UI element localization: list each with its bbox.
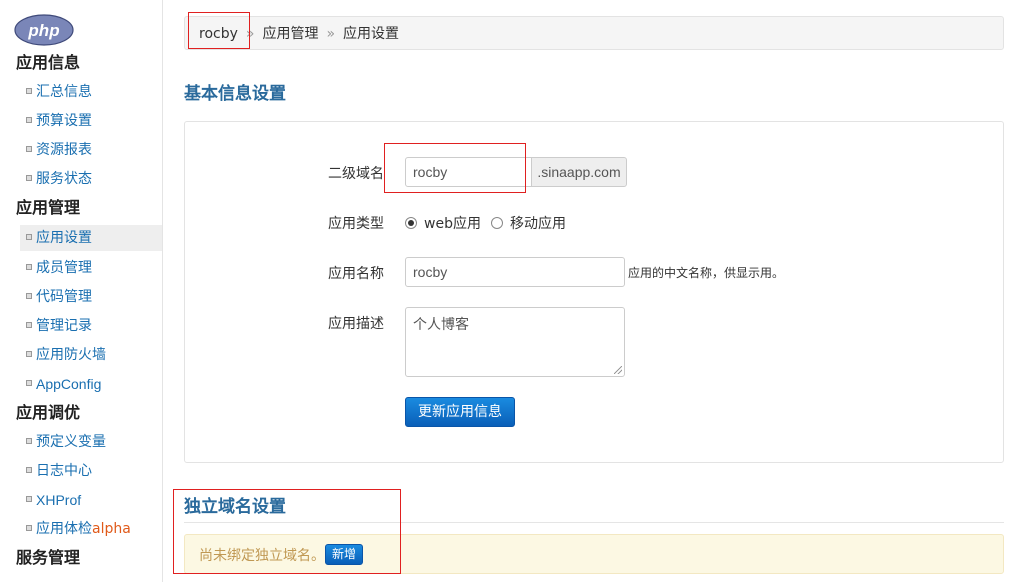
sidebar-item-app-checkup[interactable]: 应用体检alpha [20, 516, 162, 542]
highlight-box-custom-domain [173, 489, 401, 574]
sidebar-item-app-settings[interactable]: 应用设置 [20, 225, 162, 251]
resize-grip-icon[interactable] [614, 366, 622, 374]
sidebar-item-budget[interactable]: 预算设置 [20, 108, 162, 134]
subdomain-label: 二级域名 [328, 166, 384, 182]
breadcrumb: rocby» 应用管理» 应用设置 [184, 16, 1004, 50]
breadcrumb-item-app-management[interactable]: 应用管理 [262, 26, 318, 42]
highlight-box-subdomain [384, 143, 526, 193]
bullet-icon [26, 293, 32, 299]
bullet-icon [26, 175, 32, 181]
sidebar-item-firewall[interactable]: 应用防火墙 [20, 342, 162, 368]
php-logo[interactable]: php [14, 14, 74, 46]
sidebar-item-code[interactable]: 代码管理 [20, 284, 162, 310]
app-name-input[interactable]: rocby [405, 257, 625, 287]
bullet-icon [26, 525, 32, 531]
app-name-hint: 应用的中文名称，供显示用。 [628, 266, 785, 280]
app-desc-textarea[interactable]: 个人博客 [405, 307, 625, 377]
radio-web-app-label[interactable]: web应用 [424, 213, 481, 233]
bullet-icon [26, 351, 32, 357]
group-title-service-management: 服务管理 [16, 548, 81, 567]
app-desc-label: 应用描述 [328, 316, 384, 332]
group-title-app-tuning: 应用调优 [16, 403, 81, 422]
bullet-icon [26, 496, 32, 502]
sidebar-item-appconfig[interactable]: AppConfig [20, 371, 162, 397]
sidebar-item-xhprof[interactable]: XHProf [20, 487, 162, 513]
sidebar-item-logs[interactable]: 管理记录 [20, 313, 162, 339]
app-name-label: 应用名称 [328, 266, 384, 282]
sidebar-item-predefined-vars[interactable]: 预定义变量 [20, 429, 162, 455]
logo-text: php [27, 21, 59, 40]
radio-mobile-app[interactable] [491, 217, 503, 229]
bullet-icon [26, 380, 32, 386]
bullet-icon [26, 88, 32, 94]
sidebar-item-log-center[interactable]: 日志中心 [20, 458, 162, 484]
app-type-label: 应用类型 [328, 216, 384, 232]
alpha-badge: alpha [92, 521, 131, 537]
breadcrumb-separator: » [326, 26, 336, 42]
app-desc-value: 个人博客 [413, 317, 469, 333]
group-title-app-info: 应用信息 [16, 53, 81, 72]
bullet-icon [26, 322, 32, 328]
sidebar-item-members[interactable]: 成员管理 [20, 255, 162, 281]
bullet-icon [26, 438, 32, 444]
sidebar: php 应用信息 汇总信息 预算设置 资源报表 服务状态 应用管理 应用设置 成… [0, 0, 163, 582]
section-title-basic-info: 基本信息设置 [184, 84, 286, 104]
radio-mobile-app-label[interactable]: 移动应用 [510, 213, 566, 233]
bullet-icon [26, 467, 32, 473]
update-app-info-button[interactable]: 更新应用信息 [405, 397, 515, 427]
group-title-app-management: 应用管理 [16, 198, 81, 217]
radio-web-app[interactable] [405, 217, 417, 229]
breadcrumb-item-app-settings: 应用设置 [343, 26, 400, 42]
subdomain-suffix: .sinaapp.com [531, 157, 627, 187]
bullet-icon [26, 234, 32, 240]
highlight-box-breadcrumb [188, 12, 250, 49]
bullet-icon [26, 117, 32, 123]
sidebar-item-resource-report[interactable]: 资源报表 [20, 137, 162, 163]
sidebar-item-summary[interactable]: 汇总信息 [20, 79, 162, 105]
bullet-icon [26, 146, 32, 152]
bullet-icon [26, 264, 32, 270]
sidebar-item-service-status[interactable]: 服务状态 [20, 166, 162, 192]
